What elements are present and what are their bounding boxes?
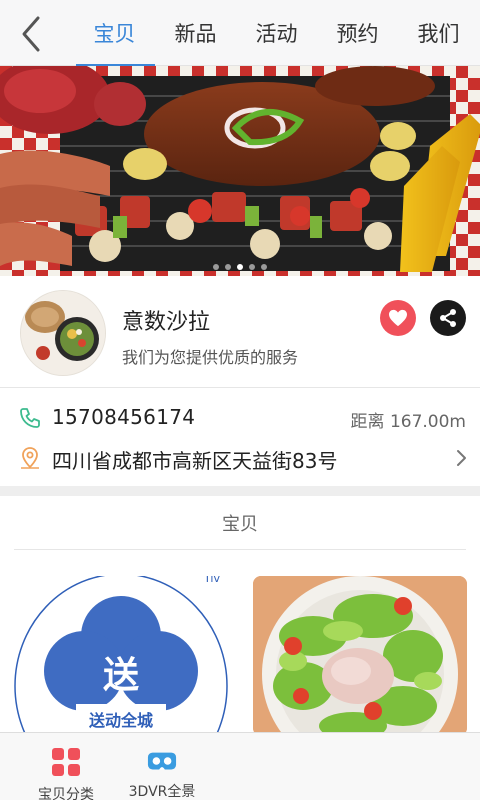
back-arrow-icon — [22, 16, 40, 52]
section-title: 宝贝 — [14, 496, 466, 550]
shop-address: 四川省成都市高新区天益街83号 — [52, 449, 338, 473]
banner-carousel[interactable] — [0, 66, 480, 276]
carousel-dot[interactable] — [213, 264, 219, 270]
location-icon — [21, 447, 39, 469]
vr-tour-label: 3DVR全景 — [128, 784, 196, 800]
shop-avatar — [20, 290, 106, 376]
vr-goggles-icon — [147, 747, 177, 774]
tab-products[interactable]: 宝贝 — [74, 0, 155, 66]
distance-label: 距离 167.00m — [350, 412, 466, 432]
shop-description: 我们为您提供优质的服务 — [122, 348, 299, 367]
address-row[interactable]: 四川省成都市高新区天益街83号 — [0, 438, 480, 478]
phone-row[interactable]: 15708456174 距离 167.00m — [0, 398, 480, 438]
tab-about-us[interactable]: 我们 — [398, 0, 479, 66]
top-navigation: 宝贝 新品 活动 预约 我们 — [0, 0, 480, 66]
shop-info: 意数沙拉 我们为您提供优质的服务 — [0, 276, 480, 388]
tab-new-arrivals[interactable]: 新品 — [155, 0, 236, 66]
carousel-dot-active[interactable] — [237, 264, 243, 270]
section-divider — [0, 486, 480, 496]
product-card[interactable]: 送 送动全城 Tiv — [14, 576, 228, 732]
product-image-delivery-logo: 送 送动全城 Tiv — [14, 576, 228, 732]
tab-booking[interactable]: 预约 — [317, 0, 398, 66]
bottom-toolbar: 宝贝分类 3DVR全景 — [0, 732, 480, 800]
logo-caption: 送动全城 — [88, 711, 153, 730]
logo-glyph: 送 — [103, 655, 139, 696]
grid-icon — [51, 747, 81, 777]
product-list: 送 送动全城 Tiv — [0, 550, 480, 732]
banner-image — [0, 66, 480, 276]
vr-tour-button[interactable]: 3DVR全景 — [114, 733, 210, 800]
logo-corner-text: Tiv — [203, 576, 220, 585]
shop-name: 意数沙拉 — [122, 310, 211, 335]
favorite-button[interactable] — [380, 300, 416, 336]
share-icon — [440, 309, 456, 327]
back-button[interactable] — [14, 12, 54, 56]
heart-icon — [389, 309, 407, 327]
phone-number: 15708456174 — [52, 405, 196, 429]
chevron-right-icon — [457, 450, 466, 466]
tab-events[interactable]: 活动 — [236, 0, 317, 66]
carousel-dot[interactable] — [225, 264, 231, 270]
category-label: 宝贝分类 — [38, 787, 94, 800]
product-image-salad — [253, 576, 467, 732]
product-card[interactable] — [253, 576, 467, 732]
tab-bar: 宝贝 新品 活动 预约 我们 — [74, 0, 480, 66]
carousel-dot[interactable] — [261, 264, 267, 270]
share-button[interactable] — [430, 300, 466, 336]
phone-icon — [20, 408, 40, 428]
carousel-indicator — [0, 264, 480, 270]
category-button[interactable]: 宝贝分类 — [24, 733, 108, 800]
shop-logo-image — [21, 291, 105, 375]
carousel-dot[interactable] — [249, 264, 255, 270]
contact-info: 15708456174 距离 167.00m 四川省成都市高新区天益街83号 — [0, 388, 480, 486]
